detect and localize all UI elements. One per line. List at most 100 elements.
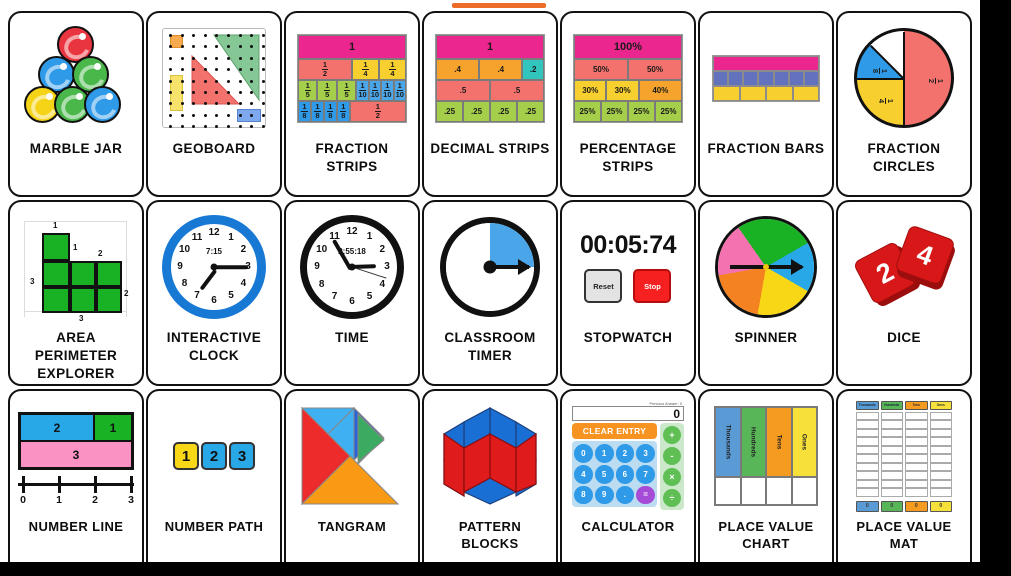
clock-hand[interactable] [214, 265, 248, 269]
place-value-mat-cell[interactable] [880, 471, 903, 480]
strip-cell[interactable]: .5 [490, 79, 544, 101]
calculator-operator-key[interactable]: ÷ [663, 489, 681, 507]
geoboard-peg[interactable] [261, 34, 265, 37]
geoboard-peg[interactable] [180, 56, 184, 60]
strip-cell[interactable]: 1 10 [356, 79, 369, 101]
place-value-mat-cell[interactable] [929, 488, 952, 497]
strip-cell[interactable]: 14 [379, 58, 406, 80]
place-value-mat-cell[interactable] [929, 420, 952, 429]
geoboard-peg[interactable] [169, 56, 172, 60]
geoboard-peg[interactable] [227, 113, 230, 117]
tool-card-calculator[interactable]: Previous Answer: 0 0 CLEAR ENTRY 0123456… [560, 389, 696, 562]
geoboard-peg[interactable] [203, 34, 207, 37]
strip-cell[interactable]: .25 [517, 100, 544, 122]
strip-cell[interactable]: 15 [317, 79, 337, 101]
fraction-bar-segment[interactable] [739, 85, 766, 101]
tool-card-number-path[interactable]: 123 NUMBER PATH [146, 389, 282, 562]
place-value-mat-cell[interactable] [905, 479, 928, 488]
strip-cell[interactable]: 18 [336, 100, 350, 122]
geoboard-peg[interactable] [261, 79, 265, 83]
place-value-mat-cell[interactable] [880, 411, 903, 420]
place-value-mat-cell[interactable] [856, 420, 879, 429]
tool-card-tangram[interactable]: TANGRAM [284, 389, 420, 562]
tool-card-pattern-blocks[interactable]: PATTERN BLOCKS [422, 389, 558, 562]
place-value-mat-cell[interactable] [880, 445, 903, 454]
place-value-mat-cell[interactable] [905, 411, 928, 420]
geoboard-peg[interactable] [238, 68, 242, 72]
geoboard-peg[interactable] [169, 79, 172, 83]
geoboard-peg[interactable] [203, 125, 207, 129]
place-value-mat-cell[interactable] [880, 428, 903, 437]
strip-cell[interactable]: 25% [601, 100, 628, 122]
calculator-operator-key[interactable]: + [663, 426, 681, 444]
fraction-bar-segment[interactable] [728, 70, 744, 86]
place-value-mat-cell[interactable] [856, 437, 879, 446]
tool-card-interactive-clock[interactable]: 7:15 1 2 3 4 5 6 7 8 9 10 11 12 INTERACTIVE CLOCK [146, 200, 282, 386]
geoboard-peg[interactable] [203, 56, 207, 60]
place-value-mat-cell[interactable] [905, 437, 928, 446]
tool-card-fraction-strips[interactable]: 1 1 2 1 4 1 4 1 5 1 5 1 5 1 10 1 10 1 10 1 10 1 8 1 8 1 8 1 8 1 2 FRAC… [284, 11, 420, 197]
place-value-entry-cell[interactable] [715, 477, 741, 505]
calculator-key[interactable]: 2 [615, 444, 635, 463]
calculator-key[interactable]: = [636, 485, 655, 505]
geoboard-peg[interactable] [180, 68, 184, 72]
geoboard-peg[interactable] [261, 125, 265, 129]
place-value-entry-cell[interactable] [791, 477, 817, 505]
tool-card-percentage-strips[interactable]: 100% 50% 50% 30% 30% 40% 25% 25% 25% 25% PERCENTA… [560, 11, 696, 197]
geoboard-peg[interactable] [238, 125, 242, 129]
place-value-mat-cell[interactable] [905, 428, 928, 437]
clear-entry-button[interactable]: CLEAR ENTRY [572, 423, 657, 439]
strip-cell[interactable]: .4 [436, 58, 480, 80]
place-value-mat-cell[interactable] [929, 479, 952, 488]
calculator-key[interactable]: 9 [594, 485, 614, 505]
geoboard-peg[interactable] [203, 79, 207, 83]
calculator-key[interactable]: 4 [574, 464, 593, 484]
calculator-key[interactable]: 0 [574, 444, 593, 463]
fraction-bar-segment[interactable] [792, 85, 819, 101]
tool-card-geoboard[interactable]: GEOBOARD [146, 11, 282, 197]
calculator-operator-key[interactable]: - [663, 447, 681, 465]
strip-cell[interactable]: 12 [298, 58, 352, 80]
geoboard-peg[interactable] [180, 34, 184, 37]
geoboard-peg[interactable] [261, 113, 265, 117]
geoboard-peg[interactable] [238, 56, 242, 60]
strip-cell[interactable]: 30% [574, 79, 607, 101]
fraction-bar-segment[interactable] [788, 70, 804, 86]
strip-cell[interactable]: 1 [436, 34, 544, 59]
geoboard-peg[interactable] [203, 113, 207, 117]
strip-cell[interactable]: 25% [574, 100, 601, 122]
number-line-bar[interactable]: 3 [20, 441, 132, 468]
strip-cell[interactable]: 18 [310, 100, 324, 122]
place-value-mat-cell[interactable] [929, 471, 952, 480]
place-value-mat-cell[interactable] [905, 471, 928, 480]
place-value-mat-cell[interactable] [880, 479, 903, 488]
tool-card-dice[interactable]: 2 4 DICE [836, 200, 972, 386]
strip-cell[interactable]: 15 [336, 79, 357, 101]
tool-card-place-value-mat[interactable]: Thousands Hundreds Tens Ones 0000 PLACE VAL… [836, 389, 972, 562]
fraction-bar-segment[interactable] [803, 70, 819, 86]
number-line-bar[interactable]: 1 [93, 414, 132, 441]
strip-cell[interactable]: 50% [574, 58, 628, 80]
tool-card-fraction-bars[interactable]: FRACTION BARS [698, 11, 834, 197]
strip-cell[interactable]: 18 [323, 100, 337, 122]
place-value-mat-cell[interactable] [905, 420, 928, 429]
fraction-bar-segment[interactable] [766, 85, 793, 101]
geoboard-peg[interactable] [238, 79, 242, 83]
calculator-key[interactable]: 7 [636, 464, 655, 484]
calculator-key[interactable]: 8 [574, 485, 593, 505]
calculator-key[interactable]: 3 [636, 444, 655, 463]
place-value-mat-cell[interactable] [905, 462, 928, 471]
tool-card-fraction-circles[interactable]: 12 14 18 FRACTION CIRCLES [836, 11, 972, 197]
place-value-mat-cell[interactable] [856, 428, 879, 437]
strip-cell[interactable]: 100% [574, 34, 682, 59]
geoboard-peg[interactable] [250, 113, 254, 117]
strip-cell[interactable]: 1 10 [393, 79, 406, 101]
place-value-mat-cell[interactable] [856, 479, 879, 488]
geoboard-peg[interactable] [227, 34, 230, 37]
strip-cell[interactable]: 14 [352, 58, 379, 80]
stop-button[interactable]: Stop [633, 269, 672, 303]
geoboard-peg[interactable] [203, 68, 207, 72]
place-value-mat-cell[interactable] [880, 437, 903, 446]
place-value-mat-cell[interactable] [880, 488, 903, 497]
number-line-bar[interactable]: 2 [20, 414, 94, 441]
